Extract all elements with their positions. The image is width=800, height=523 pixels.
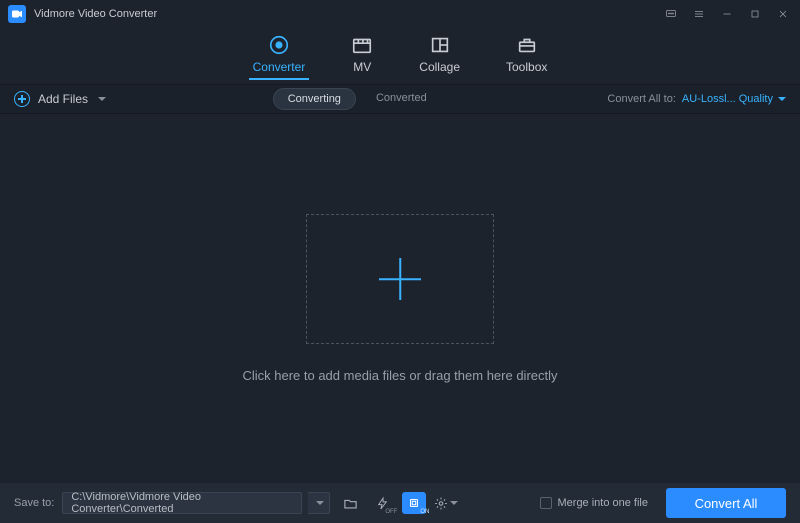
feedback-icon[interactable] [664, 7, 678, 21]
toolbox-icon [516, 35, 538, 55]
chevron-down-icon [778, 97, 786, 101]
merge-checkbox[interactable]: Merge into one file [540, 497, 649, 509]
tab-label: Converter [253, 60, 306, 74]
titlebar: Vidmore Video Converter [0, 0, 800, 28]
add-files-label: Add Files [38, 92, 88, 106]
plus-circle-icon [14, 91, 30, 107]
subbar: Add Files Converting Converted Convert A… [0, 84, 800, 114]
save-path-field[interactable]: C:\Vidmore\Vidmore Video Converter\Conve… [62, 492, 302, 514]
tab-label: MV [353, 60, 371, 74]
format-value: AU-Lossl... Quality [682, 93, 773, 105]
off-badge: OFF [385, 509, 397, 515]
format-dropdown[interactable]: AU-Lossl... Quality [682, 93, 786, 105]
tab-label: Toolbox [506, 60, 547, 74]
checkbox-icon [540, 497, 552, 509]
convert-all-to: Convert All to: AU-Lossl... Quality [607, 93, 786, 105]
status-tabs: Converting Converted [106, 88, 607, 110]
app-logo [8, 5, 26, 23]
merge-label: Merge into one file [558, 497, 649, 509]
minimize-icon[interactable] [720, 7, 734, 21]
close-icon[interactable] [776, 7, 790, 21]
main-area: Click here to add media files or drag th… [0, 114, 800, 483]
tab-collage[interactable]: Collage [419, 35, 460, 78]
gpu-button[interactable]: ON [402, 492, 426, 514]
menu-icon[interactable] [692, 7, 706, 21]
convert-all-label: Convert All [695, 496, 758, 511]
chevron-down-icon [450, 501, 458, 505]
main-tabs: Converter MV Collage Toolbox [0, 28, 800, 84]
converter-icon [268, 35, 290, 55]
save-to-label: Save to: [14, 497, 54, 509]
tab-mv[interactable]: MV [351, 35, 373, 78]
add-files-button[interactable]: Add Files [14, 91, 106, 107]
pill-converting[interactable]: Converting [273, 88, 356, 110]
collage-icon [429, 35, 451, 55]
bottombar: Save to: C:\Vidmore\Vidmore Video Conver… [0, 483, 800, 523]
window-controls [664, 7, 790, 21]
tab-toolbox[interactable]: Toolbox [506, 35, 547, 78]
app-title: Vidmore Video Converter [34, 8, 664, 20]
on-badge: ON [420, 509, 429, 515]
save-path-dropdown[interactable] [308, 492, 330, 514]
tab-label: Collage [419, 60, 460, 74]
pill-converted[interactable]: Converted [362, 88, 441, 110]
settings-button[interactable] [434, 492, 458, 514]
convert-all-button[interactable]: Convert All [666, 488, 786, 518]
open-folder-button[interactable] [338, 492, 362, 514]
maximize-icon[interactable] [748, 7, 762, 21]
plus-icon [379, 258, 421, 300]
dropzone[interactable] [306, 214, 494, 344]
tab-converter[interactable]: Converter [253, 35, 306, 78]
convert-all-to-label: Convert All to: [607, 93, 675, 105]
chevron-down-icon [316, 501, 324, 505]
chevron-down-icon [98, 97, 106, 101]
drop-hint: Click here to add media files or drag th… [242, 368, 557, 383]
save-path-value: C:\Vidmore\Vidmore Video Converter\Conve… [71, 491, 293, 515]
mv-icon [351, 35, 373, 55]
lightning-button[interactable]: OFF [370, 492, 394, 514]
